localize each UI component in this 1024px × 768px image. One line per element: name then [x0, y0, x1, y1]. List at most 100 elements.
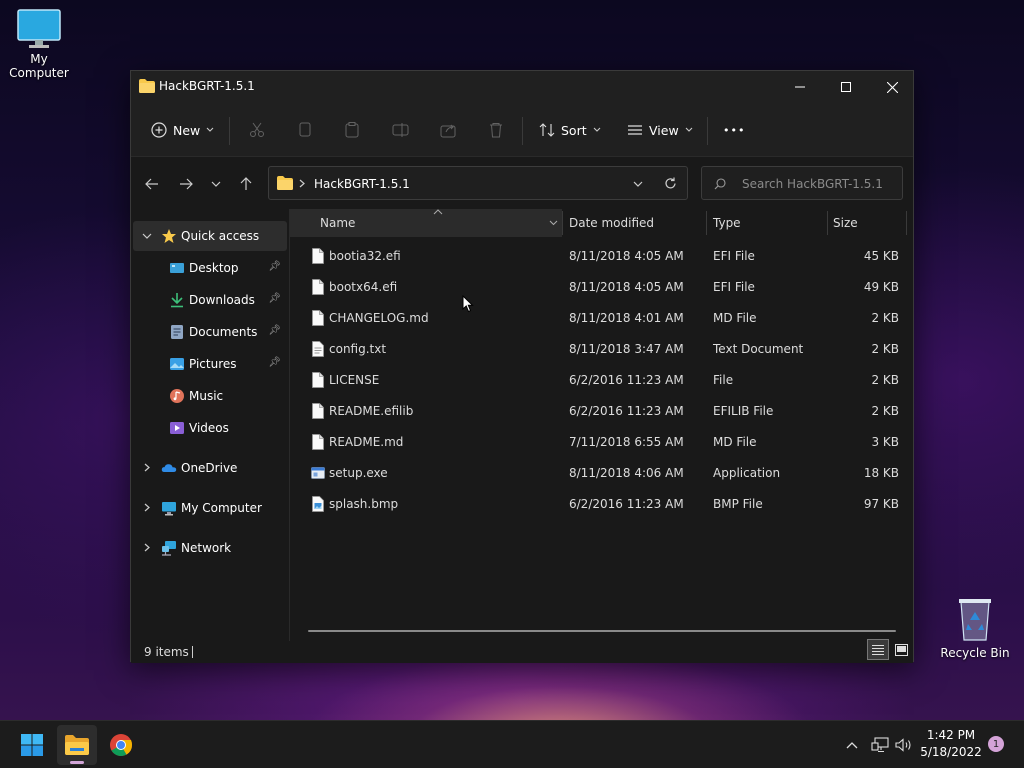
- network-status-button[interactable]: [870, 735, 890, 755]
- toolbar-divider: [707, 117, 708, 145]
- large-icons-view-button[interactable]: [891, 639, 911, 660]
- close-button[interactable]: [869, 71, 915, 103]
- column-divider[interactable]: [906, 211, 907, 235]
- minimize-button[interactable]: [777, 71, 823, 103]
- sidebar-item-my-computer[interactable]: My Computer: [133, 493, 287, 523]
- sidebar-item-label: Music: [189, 389, 224, 403]
- table-row[interactable]: bootia32.efi 8/11/2018 4:05 AM EFI File …: [290, 241, 915, 272]
- window-title: HackBGRT-1.5.1: [159, 79, 255, 93]
- delete-button[interactable]: [488, 113, 504, 147]
- title-bar[interactable]: HackBGRT-1.5.1: [131, 71, 913, 103]
- mouse-cursor-icon: [462, 295, 474, 313]
- image-file-icon: [312, 496, 324, 512]
- back-button[interactable]: [141, 173, 163, 195]
- notification-badge[interactable]: 1: [988, 736, 1004, 752]
- chevron-down-icon: [211, 181, 221, 187]
- file-date: 6/2/2016 11:23 AM: [569, 404, 684, 418]
- clock[interactable]: 1:42 PM 5/18/2022: [918, 727, 984, 761]
- sidebar-item-pictures[interactable]: Pictures 📌︎: [133, 349, 287, 379]
- details-view-button[interactable]: [867, 639, 889, 660]
- sidebar-item-desktop[interactable]: Desktop 📌︎: [133, 253, 287, 283]
- sidebar-item-onedrive[interactable]: OneDrive: [133, 453, 287, 483]
- view-label: View: [649, 122, 679, 138]
- maximize-button[interactable]: [823, 71, 869, 103]
- column-header-type[interactable]: Type: [707, 209, 827, 237]
- sidebar-item-music[interactable]: Music: [133, 381, 287, 411]
- table-row[interactable]: README.md 7/11/2018 6:55 AM MD File 3 KB: [290, 427, 915, 458]
- file-icon: [312, 279, 324, 295]
- sort-ascending-icon: [433, 209, 443, 215]
- file-name: setup.exe: [329, 466, 388, 480]
- column-header-date[interactable]: Date modified: [563, 209, 706, 237]
- file-size: 3 KB: [871, 435, 899, 449]
- file-date: 8/11/2018 4:01 AM: [569, 311, 684, 325]
- column-header-size[interactable]: Size: [828, 209, 906, 237]
- view-button[interactable]: View: [627, 113, 693, 147]
- show-hidden-icons-button[interactable]: [842, 735, 862, 755]
- copy-button[interactable]: [297, 113, 313, 147]
- desktop-icon-my-computer[interactable]: My Computer: [0, 8, 78, 80]
- search-icon: [714, 178, 726, 190]
- status-bar: 9 items: [131, 639, 913, 663]
- more-options-button[interactable]: •••: [723, 113, 745, 147]
- search-box[interactable]: Search HackBGRT-1.5.1: [701, 166, 903, 200]
- address-crumb[interactable]: HackBGRT-1.5.1: [314, 177, 410, 191]
- star-icon: [162, 229, 176, 243]
- desktop-icon-recycle-bin[interactable]: Recycle Bin: [938, 596, 1012, 660]
- horizontal-scrollbar[interactable]: [308, 630, 896, 632]
- cut-button[interactable]: [249, 113, 265, 147]
- desktop-icon-label: My Computer: [9, 52, 69, 80]
- file-size: 45 KB: [863, 249, 899, 263]
- new-label: New: [173, 122, 201, 138]
- chevron-down-icon[interactable]: [633, 181, 643, 188]
- file-date: 8/11/2018 4:05 AM: [569, 249, 684, 263]
- file-icon: [312, 248, 324, 264]
- paste-button[interactable]: [344, 113, 360, 147]
- file-type: BMP File: [713, 497, 763, 511]
- address-bar[interactable]: HackBGRT-1.5.1: [268, 166, 688, 200]
- share-icon: [440, 124, 456, 138]
- sidebar-item-videos[interactable]: Videos: [133, 413, 287, 443]
- column-header-name[interactable]: Name: [290, 209, 562, 237]
- file-size: 2 KB: [871, 373, 899, 387]
- sidebar-item-quick-access[interactable]: Quick access: [133, 221, 287, 251]
- sidebar-item-label: Network: [181, 541, 232, 555]
- table-row[interactable]: CHANGELOG.md 8/11/2018 4:01 AM MD File 2…: [290, 303, 915, 334]
- share-button[interactable]: [440, 113, 456, 147]
- sort-icon: [539, 123, 555, 137]
- refresh-icon[interactable]: [664, 177, 677, 190]
- file-size: 2 KB: [871, 404, 899, 418]
- speaker-icon: [895, 738, 911, 752]
- sidebar-item-label: Desktop: [189, 261, 239, 275]
- start-button[interactable]: [12, 725, 52, 765]
- up-button[interactable]: [235, 173, 257, 195]
- recent-locations-button[interactable]: [205, 173, 227, 195]
- table-row[interactable]: config.txt 8/11/2018 3:47 AM Text Docume…: [290, 334, 915, 365]
- table-row[interactable]: bootx64.efi 8/11/2018 4:05 AM EFI File 4…: [290, 272, 915, 303]
- volume-button[interactable]: [894, 735, 914, 755]
- sort-button[interactable]: Sort: [539, 113, 601, 147]
- sidebar-item-label: Pictures: [189, 357, 237, 371]
- folder-icon: [65, 735, 89, 755]
- video-icon: [170, 422, 184, 434]
- file-name: README.efilib: [329, 404, 414, 418]
- sidebar-item-network[interactable]: Network: [133, 533, 287, 563]
- table-row[interactable]: README.efilib 6/2/2016 11:23 AM EFILIB F…: [290, 396, 915, 427]
- table-row[interactable]: setup.exe 8/11/2018 4:06 AM Application …: [290, 458, 915, 489]
- taskbar-chrome[interactable]: [101, 725, 141, 765]
- sidebar-item-documents[interactable]: Documents 📌︎: [133, 317, 287, 347]
- table-row[interactable]: splash.bmp 6/2/2016 11:23 AM BMP File 97…: [290, 489, 915, 520]
- taskbar-file-explorer[interactable]: [57, 725, 97, 765]
- plus-circle-icon: [151, 122, 167, 138]
- rename-button[interactable]: [392, 113, 410, 147]
- file-type: EFILIB File: [713, 404, 774, 418]
- new-button[interactable]: New: [151, 113, 214, 147]
- sidebar-item-label: OneDrive: [181, 461, 238, 475]
- table-row[interactable]: LICENSE 6/2/2016 11:23 AM File 2 KB: [290, 365, 915, 396]
- chevron-down-icon[interactable]: [549, 220, 558, 226]
- sidebar-item-downloads[interactable]: Downloads 📌︎: [133, 285, 287, 315]
- column-header-label: Date modified: [569, 216, 655, 230]
- file-type: Application: [713, 466, 781, 480]
- file-date: 8/11/2018 3:47 AM: [569, 342, 684, 356]
- forward-button[interactable]: [175, 173, 197, 195]
